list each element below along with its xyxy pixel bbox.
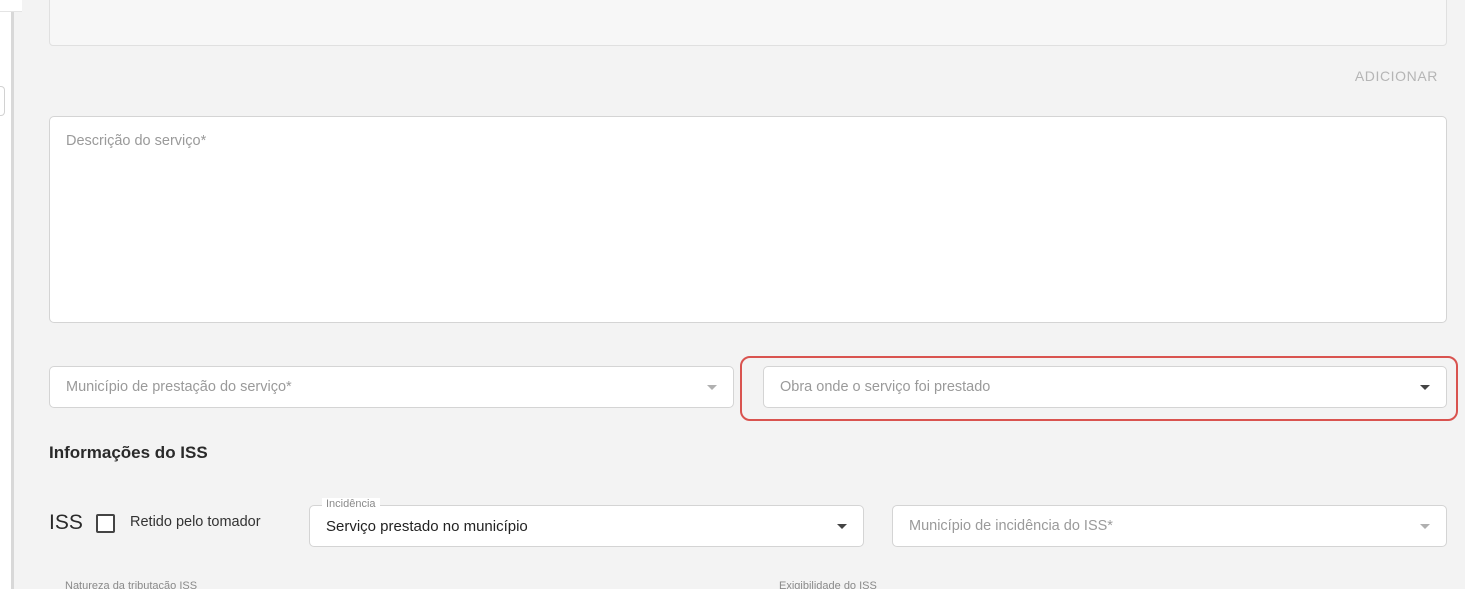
- left-sidebar-edge: [0, 0, 22, 589]
- chevron-down-icon: [707, 384, 717, 390]
- incidence-label: Incidência: [322, 498, 380, 510]
- add-button[interactable]: ADICIONAR: [1355, 68, 1438, 84]
- incidence-municipality-select[interactable]: Município de incidência do ISS*: [892, 505, 1447, 547]
- withheld-checkbox[interactable]: [96, 514, 115, 533]
- service-description-textarea[interactable]: Descrição do serviço*: [49, 116, 1447, 323]
- previous-field-box: [49, 0, 1447, 46]
- chevron-down-icon: [1420, 384, 1430, 390]
- chevron-down-icon: [837, 523, 847, 529]
- work-location-placeholder: Obra onde o serviço foi prestado: [780, 379, 991, 395]
- iss-section-title: Informações do ISS: [49, 443, 208, 462]
- sidebar-tab-handle[interactable]: [0, 86, 5, 116]
- taxation-nature-label: Natureza da tributação ISS: [65, 580, 198, 589]
- iss-label: ISS: [49, 511, 83, 534]
- service-description-placeholder: Descrição do serviço*: [66, 133, 207, 149]
- withheld-checkbox-label[interactable]: Retido pelo tomador: [130, 514, 261, 530]
- service-municipality-placeholder: Município de prestação do serviço*: [66, 379, 292, 395]
- chevron-down-icon: [1420, 523, 1430, 529]
- incidence-select[interactable]: Incidência Serviço prestado no município: [309, 498, 864, 547]
- enforceability-label: Exigibilidade do ISS: [779, 580, 877, 589]
- work-location-select[interactable]: Obra onde o serviço foi prestado: [763, 366, 1447, 408]
- sidebar-tab-top: [0, 0, 22, 12]
- incidence-value: Serviço prestado no município: [326, 517, 528, 535]
- incidence-municipality-placeholder: Município de incidência do ISS*: [909, 518, 1113, 534]
- service-municipality-select[interactable]: Município de prestação do serviço*: [49, 366, 734, 408]
